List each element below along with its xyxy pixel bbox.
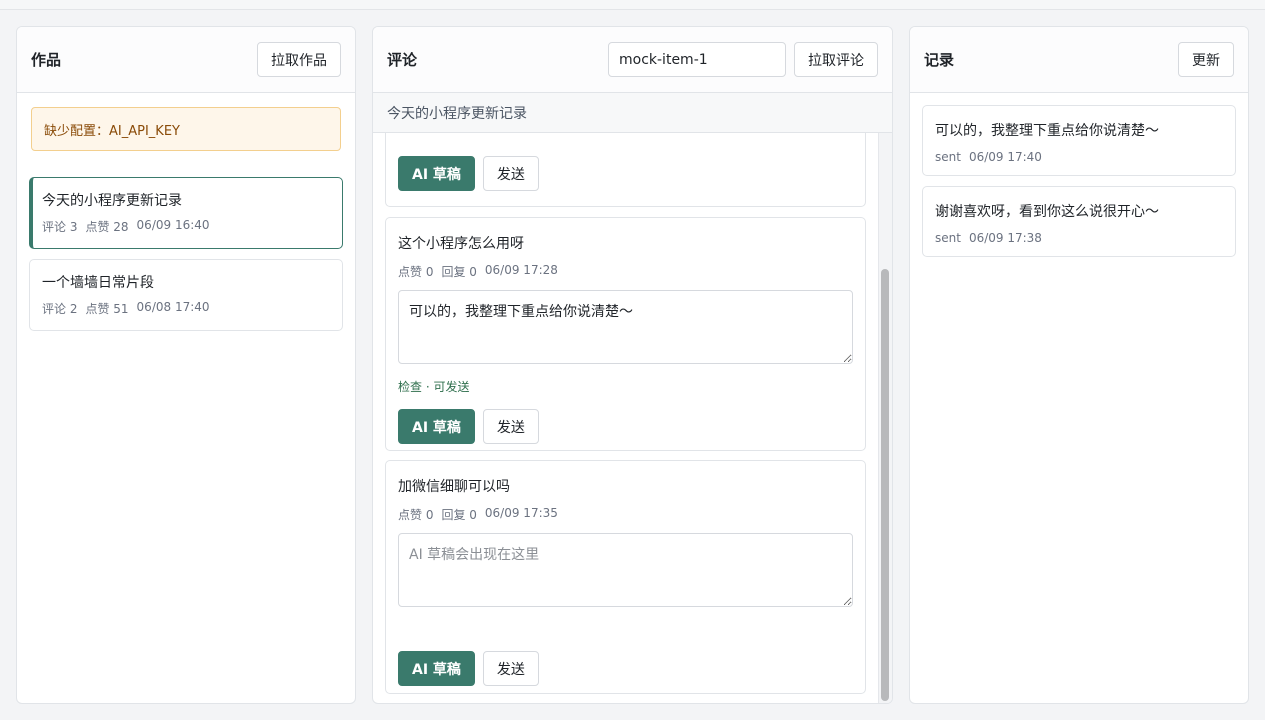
missing-config-warning: 缺少配置：AI_API_KEY — [31, 107, 341, 151]
comment-meta: 点赞 0 回复 0 06/09 17:28 — [398, 263, 853, 280]
work-item-comments: 评论 2 — [42, 302, 78, 316]
reply-draft-textarea[interactable] — [398, 533, 853, 607]
comment-text: 加微信细聊可以吗 — [398, 479, 510, 495]
work-item[interactable]: 一个墙墙日常片段 评论 2 点赞 51 06/08 17:40 — [29, 259, 343, 331]
records-panel-title: 记录 — [924, 51, 955, 69]
reply-draft-textarea[interactable]: 可以的，我整理下重点给你说清楚～ — [398, 290, 853, 364]
ai-draft-button[interactable]: AI 草稿 — [398, 156, 475, 191]
work-item-title: 今天的小程序更新记录 — [42, 193, 182, 209]
record-text: 谢谢喜欢呀，看到你这么说很开心～ — [935, 204, 1159, 220]
comment-card: 加微信细聊可以吗 点赞 0 回复 0 06/09 17:35 AI 草稿 发送 — [385, 460, 866, 694]
work-item-comments: 评论 3 — [42, 220, 78, 234]
records-list: 可以的，我整理下重点给你说清楚～ sent 06/09 17:40 谢谢喜欢呀，… — [910, 93, 1248, 279]
send-button[interactable]: 发送 — [482, 651, 539, 686]
comment-actions: AI 草稿 发送 — [398, 409, 853, 444]
comment-actions: AI 草稿 发送 — [398, 156, 539, 191]
record-time: 06/09 17:40 — [968, 150, 1042, 164]
comment-likes: 点赞 0 — [398, 265, 434, 279]
comments-panel: 评论 拉取评论 今天的小程序更新记录 AI 草稿 发送 这个小程序怎么用呀 点赞… — [372, 26, 893, 704]
work-item-meta: 评论 2 点赞 51 06/08 17:40 — [42, 300, 330, 317]
ai-draft-button[interactable]: AI 草稿 — [398, 651, 475, 686]
current-work-title: 今天的小程序更新记录 — [373, 93, 892, 133]
refresh-records-button[interactable]: 更新 — [1178, 42, 1234, 77]
comment-text: 这个小程序怎么用呀 — [398, 236, 524, 252]
comments-panel-header: 评论 拉取评论 — [373, 27, 892, 93]
works-panel-header: 作品 拉取作品 — [17, 27, 355, 93]
top-bar — [0, 0, 1265, 10]
record-item: 谢谢喜欢呀，看到你这么说很开心～ sent 06/09 17:38 — [922, 186, 1236, 257]
comment-card: AI 草稿 发送 — [385, 133, 866, 207]
send-button[interactable]: 发送 — [482, 156, 539, 191]
record-status: sent — [935, 150, 961, 164]
comments-panel-title: 评论 — [387, 51, 418, 69]
check-status: 检查 · 可发送 — [398, 380, 470, 394]
record-text: 可以的，我整理下重点给你说清楚～ — [935, 123, 1159, 139]
works-panel: 作品 拉取作品 缺少配置：AI_API_KEY 今天的小程序更新记录 评论 3 … — [16, 26, 356, 704]
work-item-time: 06/08 17:40 — [136, 300, 210, 314]
comments-scrollbar-thumb[interactable] — [881, 269, 889, 701]
comment-likes: 点赞 0 — [398, 508, 434, 522]
ai-draft-button[interactable]: AI 草稿 — [398, 409, 475, 444]
comment-time: 06/09 17:35 — [484, 506, 558, 520]
record-meta: sent 06/09 17:38 — [935, 231, 1223, 245]
comment-meta: 点赞 0 回复 0 06/09 17:35 — [398, 506, 853, 523]
record-meta: sent 06/09 17:40 — [935, 150, 1223, 164]
comment-replies: 回复 0 — [441, 265, 477, 279]
comment-actions: AI 草稿 发送 — [398, 651, 853, 686]
work-item-likes: 点赞 28 — [85, 220, 129, 234]
comment-card: 这个小程序怎么用呀 点赞 0 回复 0 06/09 17:28 可以的，我整理下… — [385, 217, 866, 451]
work-item-title: 一个墙墙日常片段 — [42, 275, 154, 291]
record-item: 可以的，我整理下重点给你说清楚～ sent 06/09 17:40 — [922, 105, 1236, 176]
comments-scrollbar[interactable] — [878, 133, 892, 703]
records-panel-header: 记录 更新 — [910, 27, 1248, 93]
comments-list[interactable]: AI 草稿 发送 这个小程序怎么用呀 点赞 0 回复 0 06/09 17:28… — [373, 133, 878, 703]
fetch-comments-button[interactable]: 拉取评论 — [794, 42, 878, 77]
records-panel: 记录 更新 可以的，我整理下重点给你说清楚～ sent 06/09 17:40 … — [909, 26, 1249, 704]
comments-header-controls: 拉取评论 — [608, 42, 878, 77]
comment-time: 06/09 17:28 — [484, 263, 558, 277]
works-list: 今天的小程序更新记录 评论 3 点赞 28 06/09 16:40 一个墙墙日常… — [17, 177, 355, 331]
work-item-time: 06/09 16:40 — [136, 218, 210, 232]
record-time: 06/09 17:38 — [968, 231, 1042, 245]
item-id-input[interactable] — [608, 42, 786, 77]
fetch-works-button[interactable]: 拉取作品 — [257, 42, 341, 77]
work-item-likes: 点赞 51 — [85, 302, 129, 316]
work-item-meta: 评论 3 点赞 28 06/09 16:40 — [42, 218, 330, 235]
work-item[interactable]: 今天的小程序更新记录 评论 3 点赞 28 06/09 16:40 — [29, 177, 343, 249]
send-button[interactable]: 发送 — [482, 409, 539, 444]
works-panel-title: 作品 — [31, 51, 62, 69]
record-status: sent — [935, 231, 961, 245]
comments-area: AI 草稿 发送 这个小程序怎么用呀 点赞 0 回复 0 06/09 17:28… — [373, 133, 892, 703]
comment-replies: 回复 0 — [441, 508, 477, 522]
